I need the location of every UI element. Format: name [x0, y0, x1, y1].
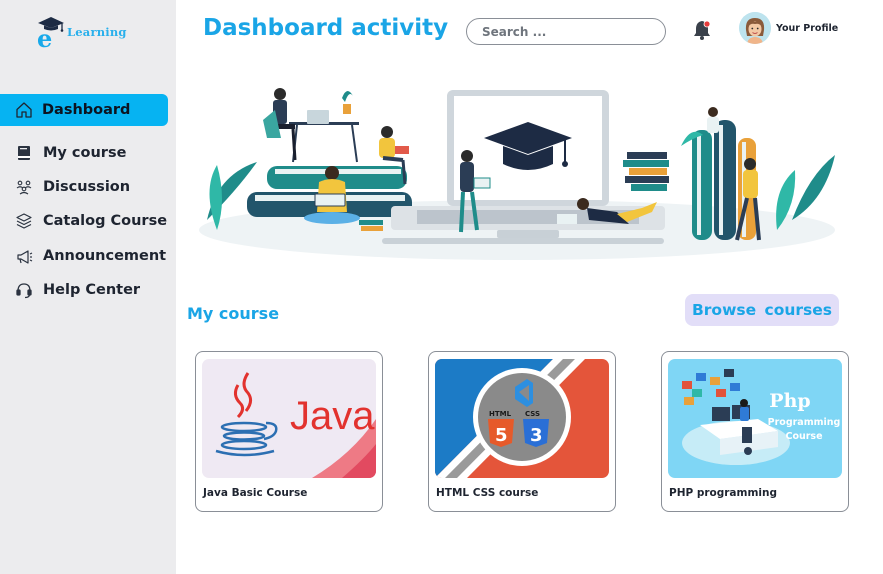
sidebar-item-label: My course: [43, 145, 127, 161]
course-card-php[interactable]: Php Programming Course PHP programming: [661, 351, 849, 512]
sidebar-item-announcement[interactable]: Announcement: [0, 240, 176, 272]
home-icon: [14, 100, 34, 120]
sidebar-item-label: Discussion: [43, 179, 131, 195]
hero-illustration: [197, 80, 845, 276]
search-input[interactable]: [466, 18, 666, 45]
sidebar: e Learning Dashboard My course Discussio…: [0, 0, 176, 574]
headset-icon: [14, 280, 34, 300]
bell-icon[interactable]: [692, 19, 712, 41]
profile-label[interactable]: Your Profile: [776, 23, 838, 34]
css-label: CSS: [525, 410, 540, 418]
html5-number: 5: [495, 425, 508, 446]
php-logo-text: Php: [769, 390, 810, 412]
sidebar-item-dashboard[interactable]: Dashboard: [0, 94, 168, 126]
page-title: Dashboard activity: [203, 15, 449, 41]
logo[interactable]: e Learning: [36, 14, 146, 48]
course-title: Java Basic Course: [203, 487, 308, 499]
html-label: HTML: [489, 410, 512, 418]
course-title: PHP programming: [669, 487, 777, 499]
section-title-my-course: My course: [187, 304, 280, 323]
course-thumbnail: Java: [202, 359, 376, 478]
graduation-cap-logo-icon: e: [37, 17, 64, 48]
course-thumbnail: HTML 5 CSS 3: [435, 359, 609, 478]
browse-courses-button[interactable]: Browse courses: [685, 294, 839, 326]
people-icon: [14, 177, 34, 197]
course-card-java[interactable]: Java Java Basic Course: [195, 351, 383, 512]
css3-number: 3: [530, 425, 543, 446]
php-sub-course: Course: [785, 431, 822, 442]
sidebar-item-help-center[interactable]: Help Center: [0, 274, 176, 306]
sidebar-item-label: Dashboard: [42, 102, 131, 118]
book-icon: [14, 143, 34, 163]
sidebar-item-label: Catalog Course: [43, 213, 168, 229]
sidebar-item-catalog-course[interactable]: Catalog Course: [0, 205, 176, 237]
logo-text: Learning: [67, 25, 127, 39]
app-window: e Learning Dashboard My course Discussio…: [0, 0, 883, 574]
course-card-html-css[interactable]: HTML 5 CSS 3 HTML CSS course: [428, 351, 616, 512]
php-sub-programming: Programming: [768, 417, 841, 428]
sidebar-item-my-course[interactable]: My course: [0, 137, 176, 169]
avatar[interactable]: [739, 12, 771, 44]
sidebar-item-discussion[interactable]: Discussion: [0, 171, 176, 203]
sidebar-item-label: Help Center: [43, 282, 141, 298]
course-thumbnail: Php Programming Course: [668, 359, 842, 478]
logo-letter: e: [37, 24, 52, 48]
layers-icon: [14, 211, 34, 231]
java-logo-text: Java: [290, 394, 375, 438]
course-title: HTML CSS course: [436, 487, 539, 499]
sidebar-item-label: Announcement: [43, 248, 167, 264]
megaphone-icon: [14, 246, 34, 266]
